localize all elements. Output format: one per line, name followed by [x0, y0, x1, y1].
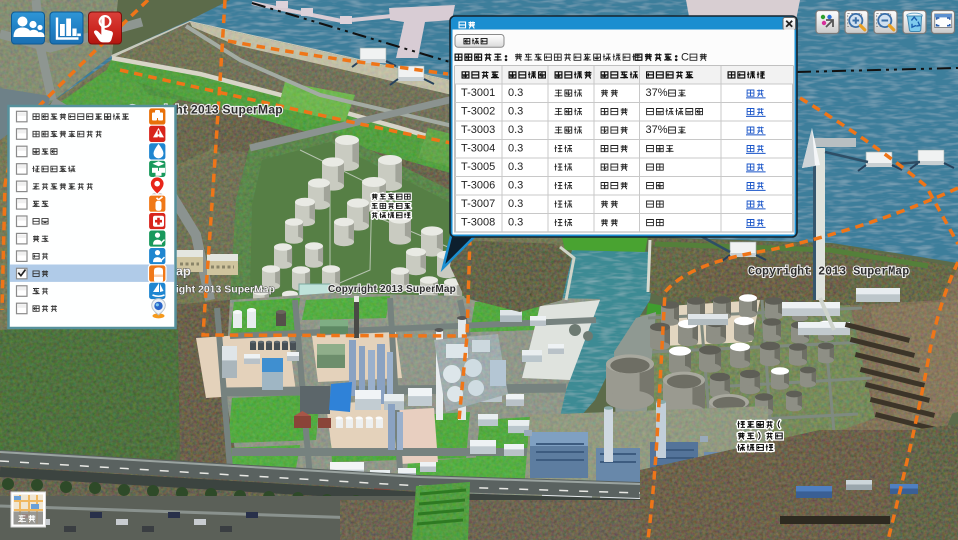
svg-text:0.3: 0.3 [508, 124, 523, 136]
svg-text:T-3003: T-3003 [461, 124, 495, 136]
svg-text:37%: 37% [646, 124, 668, 136]
svg-text:T-3002: T-3002 [461, 106, 495, 118]
svg-text:T-3006: T-3006 [461, 180, 495, 192]
svg-text:T-3007: T-3007 [461, 198, 495, 210]
svg-text:T-3004: T-3004 [461, 143, 495, 155]
svg-text:Copyright 2013 SuperMap: Copyright 2013 SuperMap [748, 265, 909, 279]
svg-text:0.3: 0.3 [508, 180, 523, 192]
svg-text:T-3005: T-3005 [461, 161, 495, 173]
svg-text:37%: 37% [646, 87, 668, 99]
svg-text:Copyright 2013 SuperMap: Copyright 2013 SuperMap [328, 284, 456, 295]
svg-text:0.3: 0.3 [508, 217, 523, 229]
svg-text:0.3: 0.3 [508, 161, 523, 173]
svg-text:C: C [681, 51, 689, 63]
svg-text:T-3008: T-3008 [461, 217, 495, 229]
svg-text:0.3: 0.3 [508, 87, 523, 99]
svg-text:0.3: 0.3 [508, 106, 523, 118]
svg-text:0.3: 0.3 [508, 143, 523, 155]
svg-text:0.3: 0.3 [508, 198, 523, 210]
svg-text:T-3001: T-3001 [461, 87, 495, 99]
